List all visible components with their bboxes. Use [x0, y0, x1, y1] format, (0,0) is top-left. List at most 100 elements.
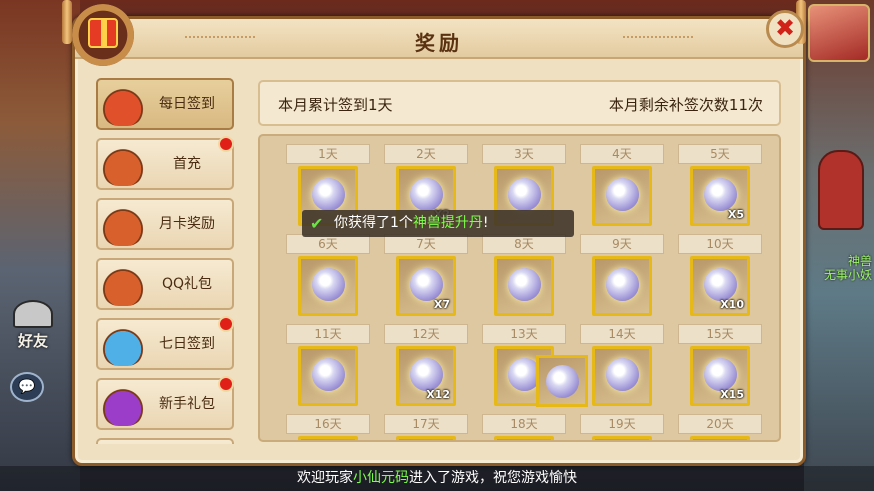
day-cell[interactable]: 18天: [482, 414, 566, 440]
menu-item[interactable]: 每日签到: [96, 78, 234, 130]
day-label: 10天: [678, 234, 762, 254]
title-pole-left: [62, 0, 72, 44]
menu-item[interactable]: QQ礼包: [96, 258, 234, 310]
day-label: 3天: [482, 144, 566, 164]
remaining-makeup-count: 本月剩余补签次数11次: [608, 96, 763, 114]
reward-slot[interactable]: [592, 346, 652, 406]
reward-slot[interactable]: [494, 256, 554, 316]
day-cell[interactable]: 15天 X15: [678, 324, 762, 406]
day-cell[interactable]: 17天: [384, 414, 468, 440]
menu-item[interactable]: 新手礼包: [96, 376, 234, 430]
reward-slot[interactable]: [592, 256, 652, 316]
gold-coin-bag-icon: [102, 84, 144, 126]
menu-item[interactable]: 首充: [96, 136, 234, 190]
dialog-titlebar: 奖励: [75, 19, 803, 59]
monthly-signin-count: 本月累计签到1天: [278, 96, 393, 114]
day-label: 8天: [482, 234, 566, 254]
day-label: 4天: [580, 144, 664, 164]
day-label: 14天: [580, 324, 664, 344]
title-ornament-right: [623, 36, 693, 42]
day-cell[interactable]: 8天: [482, 234, 566, 316]
reward-slot[interactable]: [298, 256, 358, 316]
npc-figure[interactable]: [818, 150, 864, 230]
beast-pill-icon: [606, 178, 639, 211]
money-bag-icon: [102, 144, 144, 186]
player-avatar[interactable]: [808, 4, 870, 62]
day-label: 2天: [384, 144, 468, 164]
beast-pill-icon: [312, 178, 345, 211]
day-label: 11天: [286, 324, 370, 344]
money-bag-icon: [102, 204, 144, 246]
day-cell[interactable]: 16天: [286, 414, 370, 440]
day-cell[interactable]: 14天: [580, 324, 664, 406]
background-left: [0, 0, 80, 491]
beast-pill-icon: [312, 358, 345, 391]
reward-slot[interactable]: X7: [396, 256, 456, 316]
day-cell[interactable]: 5天 X5: [678, 144, 762, 226]
npc-label: 神兽 无事小妖: [802, 254, 872, 282]
menu-item[interactable]: 七日签到: [96, 316, 234, 370]
close-button[interactable]: ✖: [766, 10, 804, 48]
reward-slot[interactable]: [494, 436, 554, 440]
beast-pill-icon: [508, 178, 541, 211]
day-cell[interactable]: 19天: [580, 414, 664, 440]
notification-dot: [218, 136, 234, 152]
broadcast-suffix: 进入了游戏，祝您游戏愉快: [409, 470, 577, 486]
reward-slot[interactable]: [396, 436, 456, 440]
friend-button[interactable]: 好友: [6, 300, 60, 351]
day-label: 15天: [678, 324, 762, 344]
day-cell[interactable]: 7天 X7: [384, 234, 468, 316]
beast-pill-icon: [704, 358, 737, 391]
reward-menu: 每日签到首充月卡奖励 QQ礼包七日签到新手礼包: [96, 78, 234, 444]
reward-slot[interactable]: X15: [690, 346, 750, 406]
broadcast-prefix: 欢迎玩家: [297, 470, 353, 486]
day-label: 5天: [678, 144, 762, 164]
menu-item[interactable]: [96, 438, 234, 444]
dialog-title: 奖励: [415, 31, 463, 55]
day-cell[interactable]: 6天: [286, 234, 370, 316]
day-cell[interactable]: 10天 X10: [678, 234, 762, 316]
reward-slot[interactable]: [690, 436, 750, 440]
reward-quantity: X7: [433, 298, 450, 311]
day-cell[interactable]: 9天: [580, 234, 664, 316]
reward-slot[interactable]: X10: [690, 256, 750, 316]
money-bag-icon: [102, 264, 144, 306]
beast-pill-icon: [546, 365, 579, 398]
reward-slot[interactable]: [298, 436, 358, 440]
system-broadcast: 欢迎玩家小仙元码进入了游戏，祝您游戏愉快: [0, 466, 874, 491]
beast-pill-icon: [410, 358, 443, 391]
reward-toast: ✔ 你获得了1个神兽提升丹!: [302, 210, 574, 237]
day-cell[interactable]: 12天 X12: [384, 324, 468, 406]
reward-slot[interactable]: [592, 436, 652, 440]
menu-item-label: [142, 440, 232, 444]
reward-slot[interactable]: [298, 346, 358, 406]
beast-pill-icon: [704, 178, 737, 211]
day-label: 16天: [286, 414, 370, 434]
toast-prefix: 你获得了1个: [334, 215, 413, 231]
friend-icon: [13, 300, 53, 328]
day-cell[interactable]: 11天: [286, 324, 370, 406]
day-cell[interactable]: 20天: [678, 414, 762, 440]
check-icon: ✔: [310, 214, 324, 233]
background-right: [804, 0, 874, 491]
toast-message: 你获得了1个神兽提升丹!: [334, 210, 489, 237]
npc-label-line-2: 无事小妖: [823, 268, 872, 282]
day-label: 7天: [384, 234, 468, 254]
reward-slot[interactable]: X12: [396, 346, 456, 406]
reward-quantity: X5: [727, 208, 744, 221]
flame-treasure-icon: [102, 384, 144, 426]
reward-slot[interactable]: [592, 166, 652, 226]
notification-dot: [218, 316, 234, 332]
day-label: 19天: [580, 414, 664, 434]
menu-item[interactable]: 月卡奖励: [96, 198, 234, 250]
day-label: 13天: [482, 324, 566, 344]
reward-slot[interactable]: X5: [690, 166, 750, 226]
npc-label-line-1: 神兽: [847, 254, 872, 268]
gift-icon: [72, 4, 134, 66]
chat-icon[interactable]: 💬: [10, 372, 44, 402]
day-label: 12天: [384, 324, 468, 344]
signin-calendar: 1天2天X23天4天5天X56天7天X78天9天10天X1011天12天X121…: [258, 134, 781, 442]
day-cell[interactable]: 4天: [580, 144, 664, 226]
beast-pill-icon: [508, 268, 541, 301]
beast-pill-icon: [606, 358, 639, 391]
